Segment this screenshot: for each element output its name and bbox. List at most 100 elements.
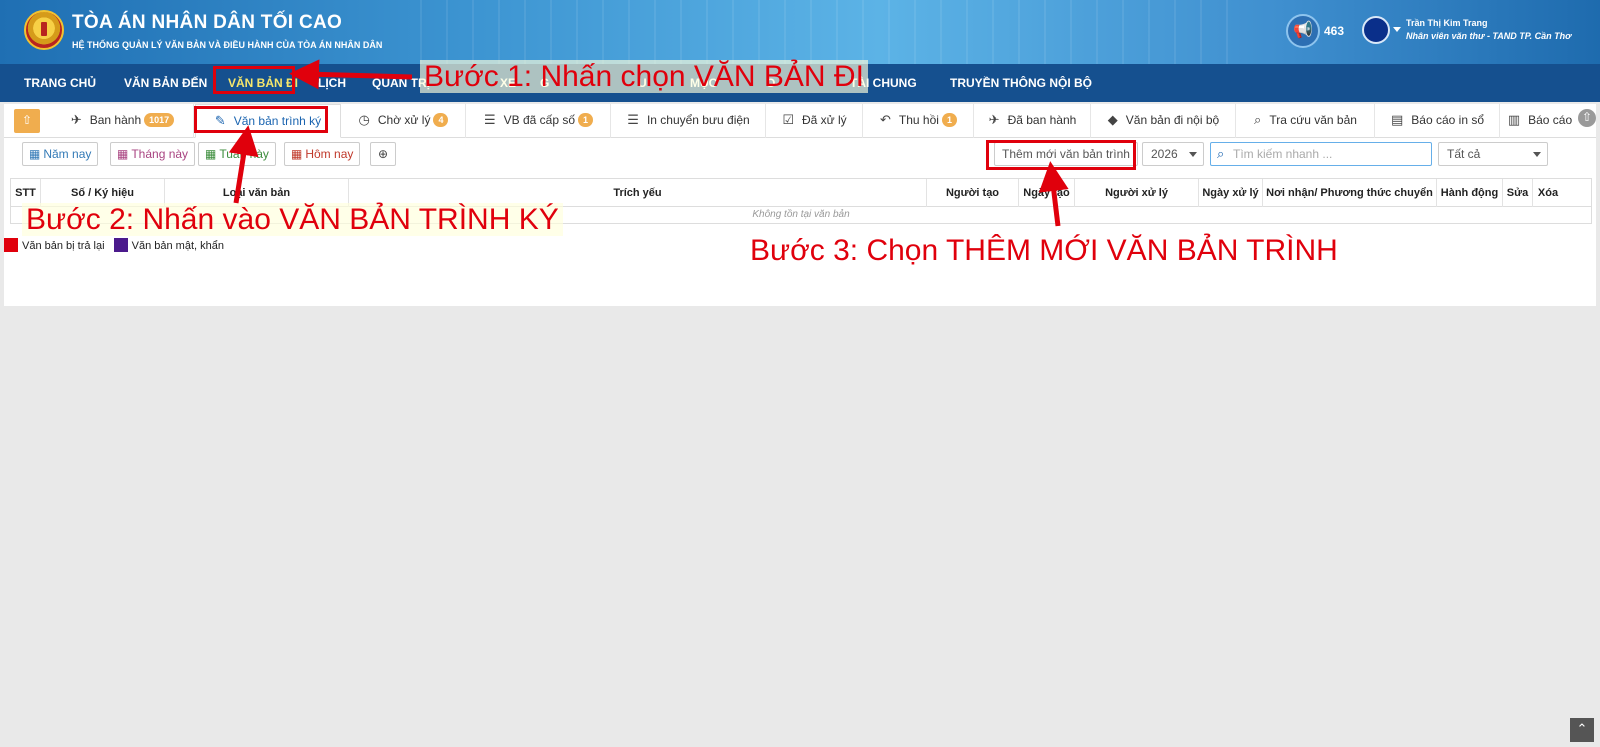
filter-today-button[interactable]: ▦ Hôm nay — [284, 142, 361, 166]
scope-value: Tất cả — [1447, 147, 1481, 161]
filter-toolbar: ▦ Năm nay ▦ Tháng này ▦ Tuần này ▦ Hôm nay ⊕… — [4, 138, 1596, 174]
megaphone-icon[interactable]: 📢 — [1286, 14, 1320, 48]
filter-month-button[interactable]: ▦ Tháng này — [110, 142, 196, 166]
column-header: Sửa — [1503, 179, 1533, 207]
avatar[interactable] — [1362, 16, 1390, 44]
bar-chart-icon: ▥ — [1507, 112, 1521, 127]
nav-item-incoming[interactable]: VĂN BẢN ĐẾN — [124, 64, 207, 102]
calendar-icon: ▦ — [29, 147, 41, 161]
paper-plane-icon: ✈ — [988, 112, 1000, 127]
legend-swatch-confidential — [113, 238, 128, 252]
tab-label: Báo cáo — [1528, 113, 1573, 127]
brand-subtitle: HỆ THỐNG QUẢN LÝ VĂN BẢN VÀ ĐIỀU HÀNH CỦ… — [72, 40, 383, 50]
column-header: Người xử lý — [1075, 179, 1199, 207]
check-square-icon: ☑ — [782, 112, 794, 127]
quick-search[interactable]: ⌕ — [1210, 142, 1432, 166]
reply-all-icon: ↶ — [880, 112, 891, 127]
zoom-icon[interactable]: ⊕ — [370, 142, 396, 166]
tab-vb-da-cap-so[interactable]: ☰ VB đã cấp số 1 — [467, 104, 611, 138]
year-select[interactable]: 2026 — [1142, 142, 1204, 166]
annotation-step1: Bước 1: Nhấn chọn VĂN BẢN ĐI — [420, 60, 868, 94]
tab-in-chuyen-buu-dien[interactable]: ☰ In chuyển bưu điện — [612, 104, 766, 138]
column-header: Người tạo — [927, 179, 1019, 207]
list-icon: ☰ — [483, 112, 496, 127]
filter-label: Tuần này — [219, 147, 269, 161]
column-header: Ngày tạo — [1019, 179, 1075, 207]
tab-da-ban-hanh[interactable]: ✈ Đã ban hành — [975, 104, 1091, 138]
annotation-box-step1 — [213, 66, 295, 94]
chevron-down-icon — [1533, 152, 1541, 157]
tab-label: Văn bản đi nội bộ — [1125, 113, 1220, 127]
search-input[interactable] — [1233, 145, 1429, 163]
tab-label: Tra cứu văn bản — [1269, 113, 1357, 127]
tab-label: Đã xử lý — [801, 113, 847, 127]
annotation-step2-text: Bước 2: Nhấn vào VĂN BẢN TRÌNH KÝ — [22, 203, 563, 236]
chevron-down-icon — [1189, 152, 1197, 157]
tab-ban-hanh[interactable]: ✈ Ban hành 1017 — [52, 104, 194, 138]
annotation-step1-text: Bước 1: Nhấn chọn VĂN BẢN ĐI — [420, 60, 868, 93]
tab-label: In chuyển bưu điện — [646, 113, 750, 127]
clock-icon: ◷ — [358, 112, 370, 127]
calendar-check-icon: ▦ — [205, 147, 217, 161]
user-name[interactable]: Trần Thị Kim Trang — [1406, 18, 1488, 28]
nav-item-calendar[interactable]: LỊCH — [318, 64, 346, 102]
column-header: Nơi nhận/ Phương thức chuyển — [1263, 179, 1437, 207]
page-root: TÒA ÁN NHÂN DÂN TỐI CAO HỆ THỐNG QUẢN LÝ… — [0, 0, 1600, 747]
filter-label: Năm nay — [43, 147, 92, 161]
book-icon: ▤ — [1390, 112, 1404, 127]
year-value: 2026 — [1151, 147, 1178, 161]
notification-count[interactable]: 463 — [1324, 24, 1344, 38]
filter-label: Tháng này — [131, 147, 189, 161]
annotation-step3-text: Bước 3: Chọn THÊM MỚI VĂN BẢN TRÌNH — [750, 234, 1338, 267]
collapse-up-icon[interactable]: ⇧ — [14, 109, 40, 133]
column-header: Ngày xử lý — [1199, 179, 1263, 207]
legend: Văn bản bị trả lại Văn bản mật, khẩn — [4, 238, 224, 254]
search-icon: ⌕ — [1254, 112, 1262, 127]
annotation-box-step3 — [986, 140, 1136, 170]
tab-thu-hoi[interactable]: ↶ Thu hồi 1 — [864, 104, 974, 138]
tab-bao-cao[interactable]: ▥ Báo cáo — [1501, 104, 1579, 138]
tags-icon: ◆ — [1107, 112, 1118, 127]
tab-label: VB đã cấp số — [503, 113, 576, 127]
annotation-box-step2 — [194, 106, 328, 133]
calendar-icon: ▦ — [291, 147, 303, 161]
paper-plane-icon: ✈ — [70, 112, 82, 127]
annotation-step3: Bước 3: Chọn THÊM MỚI VĂN BẢN TRÌNH — [750, 234, 1338, 268]
filter-label: Hôm nay — [305, 147, 354, 161]
nav-item-home[interactable]: TRANG CHỦ — [24, 64, 96, 102]
chevron-down-icon[interactable] — [1393, 27, 1401, 32]
filter-week-button[interactable]: ▦ Tuần này — [198, 142, 276, 166]
tab-label: Báo cáo in sổ — [1411, 113, 1484, 127]
annotation-step2: Bước 2: Nhấn vào VĂN BẢN TRÌNH KÝ — [22, 203, 563, 237]
tab-label: Chờ xử lý — [377, 113, 431, 127]
nav-item-internal-comm[interactable]: TRUYỀN THÔNG NỘI BỘ — [950, 64, 1092, 102]
tab-badge: 4 — [433, 113, 449, 127]
tab-tra-cuu-van-ban[interactable]: ⌕ Tra cứu văn bản — [1237, 104, 1375, 138]
legend-label: Văn bản mật, khẩn — [131, 240, 224, 252]
tab-van-ban-di-noi-bo[interactable]: ◆ Văn bản đi nội bộ — [1092, 104, 1236, 138]
legend-swatch-returned — [4, 238, 18, 252]
tab-badge: 1 — [578, 113, 594, 127]
back-to-top-icon[interactable]: ⌃ — [1570, 718, 1594, 742]
scope-select[interactable]: Tất cả — [1438, 142, 1548, 166]
tab-label: Đã ban hành — [1007, 113, 1077, 127]
app-header: TÒA ÁN NHÂN DÂN TỐI CAO HỆ THỐNG QUẢN LÝ… — [0, 0, 1600, 64]
header-decoration — [420, 0, 1240, 64]
brand-title: TÒA ÁN NHÂN DÂN TỐI CAO — [72, 12, 343, 33]
legend-label: Văn bản bị trả lại — [22, 240, 105, 252]
scroll-tabs-icon[interactable]: ⇧ — [1578, 109, 1596, 127]
column-header: Hành động — [1437, 179, 1503, 207]
tab-badge: 1017 — [144, 113, 175, 127]
user-role: Nhân viên văn thư - TAND TP. Cần Thơ — [1406, 31, 1572, 41]
court-emblem-icon[interactable] — [24, 10, 64, 50]
tab-da-xu-ly[interactable]: ☑ Đã xử lý — [767, 104, 863, 138]
tab-cho-xu-ly[interactable]: ◷ Chờ xử lý 4 — [342, 104, 466, 138]
tab-badge: 1 — [941, 113, 957, 127]
column-header: Xóa — [1537, 187, 1559, 199]
tab-bao-cao-in-so[interactable]: ▤ Báo cáo in sổ — [1376, 104, 1500, 138]
list-icon: ☰ — [627, 112, 639, 127]
tab-label: Thu hồi — [898, 113, 939, 127]
filter-year-button[interactable]: ▦ Năm nay — [22, 142, 99, 166]
calendar-icon: ▦ — [117, 147, 129, 161]
search-icon: ⌕ — [1217, 146, 1225, 161]
